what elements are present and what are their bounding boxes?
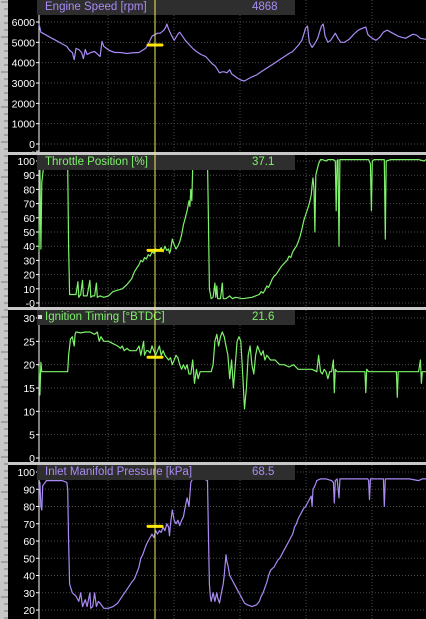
engine-speed-chart[interactable]: 6000500040003000200010000- — [8, 0, 426, 152]
throttle-position-cursor-value: 37.1 — [252, 156, 275, 168]
y-tick-label: 10 — [23, 284, 35, 296]
y-tick-label: 25 — [23, 336, 35, 348]
y-tick-label: 0 — [29, 453, 35, 462]
y-tick-label: 70 — [23, 199, 35, 211]
y-tick-label: 5 — [29, 430, 35, 442]
y-tick-label: 10 — [23, 406, 35, 418]
inlet-manifold-pressure-cursor-value: 68.5 — [252, 466, 275, 478]
y-tick-label: 5000 — [12, 37, 36, 49]
y-tick-label: 80 — [23, 184, 35, 196]
y-tick-label: 30 — [23, 588, 35, 600]
throttle-position-chart-panel[interactable]: 100 90 80 70 60 50 40 30 20 10 -0 Throttle Positio… — [8, 155, 426, 307]
throttle-position-chart[interactable]: 100 90 80 70 60 50 40 30 20 10 -0 — [8, 155, 426, 307]
ignition-timing-cursor-value: 21.6 — [252, 311, 275, 323]
y-tick-label: -0 — [26, 298, 35, 307]
inlet-manifold-pressure-chart-panel[interactable]: 100 90 80 70 60 50 40 30 20 Inlet Manifold Press… — [8, 465, 426, 619]
y-tick-label: 40 — [23, 241, 35, 253]
y-tick-label: 2000 — [12, 98, 36, 110]
ruler-ticks — [1, 1, 8, 619]
ignition-timing-chart[interactable]: 30 25 20 15 10 5 0 — [8, 310, 426, 462]
inlet-manifold-pressure-title-bar: Inlet Manifold Pressure [kPa] 68.5 — [37, 465, 295, 480]
inlet-manifold-pressure-title: Inlet Manifold Pressure [kPa] — [45, 466, 193, 478]
y-tick-label: 20 — [23, 605, 35, 617]
throttle-position-title: Throttle Position [%] — [45, 156, 148, 168]
y-tick-label: 70 — [23, 519, 35, 531]
left-ruler — [0, 0, 8, 619]
y-tick-label: 3000 — [12, 78, 36, 90]
ignition-timing-chart-panel[interactable]: 30 25 20 15 10 5 0 Ignition Timing [°BTDC] 21.… — [8, 310, 426, 462]
series-line — [38, 23, 426, 82]
ignition-timing-title-bar: Ignition Timing [°BTDC] 21.6 — [37, 310, 295, 325]
y-tick-label: 100 — [17, 467, 35, 479]
series-line — [38, 331, 426, 410]
y-tick-label: 4000 — [12, 58, 36, 70]
y-tick-label: 20 — [23, 270, 35, 282]
y-tick-label: 30 — [23, 313, 35, 325]
ignition-timing-title: Ignition Timing [°BTDC] — [45, 311, 165, 323]
throttle-position-title-bar: Throttle Position [%] 37.1 — [37, 155, 295, 170]
y-tick-label: 1000 — [12, 119, 36, 131]
y-tick-label: 20 — [23, 360, 35, 372]
y-tick-label: 80 — [23, 502, 35, 514]
engine-speed-title: Engine Speed [rpm] — [45, 1, 147, 13]
series-line — [38, 158, 426, 300]
y-tick-label: 30 — [23, 255, 35, 267]
series-line — [38, 478, 426, 609]
engine-speed-title-bar: Engine Speed [rpm] 4868 — [37, 0, 295, 15]
engine-speed-cursor-value: 4868 — [252, 1, 278, 13]
series-bullet-icon — [38, 315, 42, 319]
y-tick-label: 50 — [23, 227, 35, 239]
inlet-manifold-pressure-chart[interactable]: 100 90 80 70 60 50 40 30 20 — [8, 465, 426, 619]
y-tick-label: 50 — [23, 553, 35, 565]
y-tick-label: 40 — [23, 571, 35, 583]
y-tick-label: 60 — [23, 536, 35, 548]
engine-speed-chart-panel[interactable]: 6000500040003000200010000- Engine Speed … — [8, 0, 426, 152]
y-tick-label: 100 — [17, 156, 35, 168]
y-tick-label: 60 — [23, 213, 35, 225]
y-tick-label: 90 — [23, 484, 35, 496]
y-tick-label: 6000 — [12, 17, 36, 29]
y-tick-label: 15 — [23, 383, 35, 395]
y-tick-label: 90 — [23, 170, 35, 182]
